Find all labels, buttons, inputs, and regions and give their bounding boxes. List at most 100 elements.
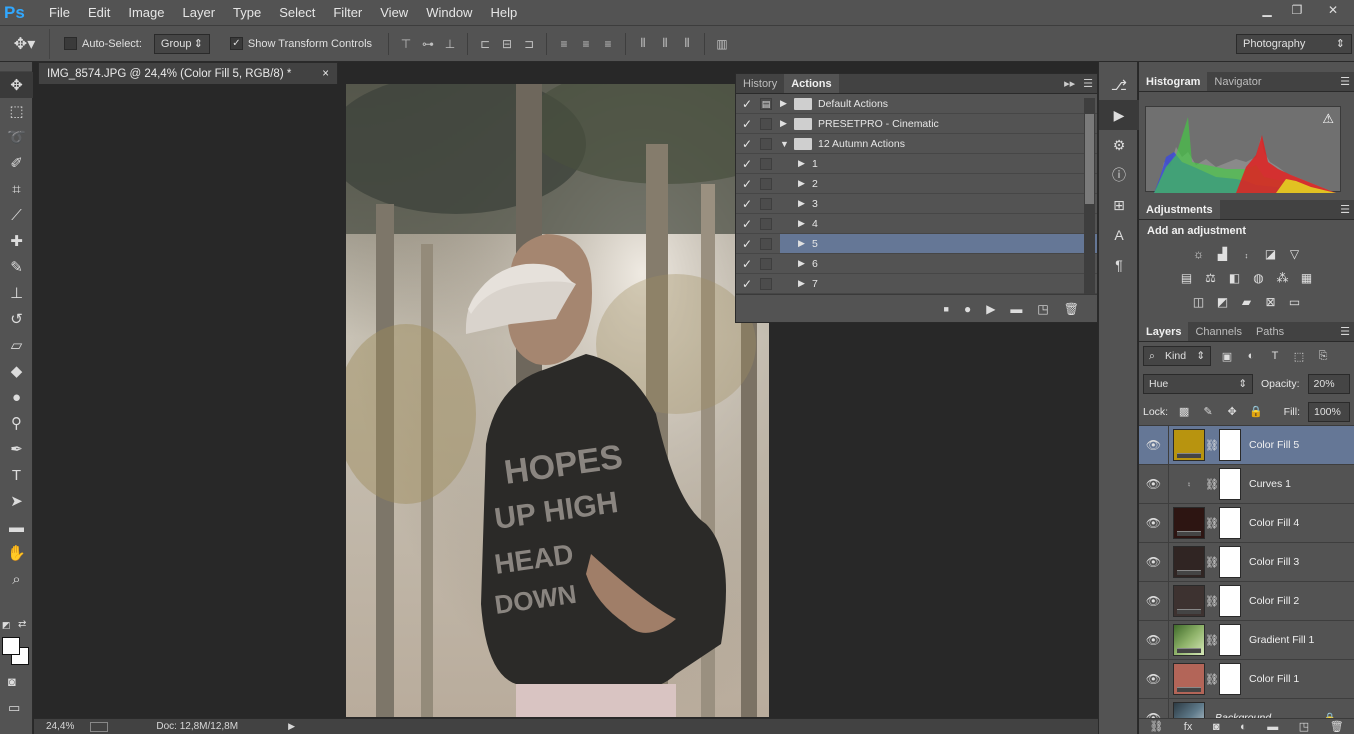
warning-icon[interactable]: ⚠	[1322, 111, 1334, 127]
tab-navigator[interactable]: Navigator	[1207, 72, 1268, 91]
menu-select[interactable]: Select	[270, 0, 324, 26]
visibility-eye-icon[interactable]: 👁	[1139, 659, 1169, 699]
new-group-icon[interactable]: ▬	[1267, 721, 1278, 733]
opacity-input[interactable]: 20%	[1307, 374, 1350, 394]
fill-input[interactable]: 100%	[1308, 401, 1350, 422]
auto-align-icon[interactable]: ▥	[711, 34, 733, 54]
action-content[interactable]: ▶ PRESETPRO - Cinematic	[780, 114, 1097, 133]
tool-preset-picker[interactable]: ✥▾	[0, 28, 50, 59]
delete-layer-icon[interactable]: 🗑	[1330, 720, 1344, 733]
type-icon[interactable]: T	[0, 462, 33, 488]
panel-menu-icon[interactable]: ☰	[1340, 200, 1354, 219]
lock-pixels-icon[interactable]: ✎	[1200, 405, 1216, 418]
layer-thumbnail[interactable]	[1173, 663, 1205, 695]
layer-mask-thumbnail[interactable]	[1219, 468, 1241, 500]
photo-filter-icon[interactable]: ◍	[1250, 269, 1268, 287]
crop-icon[interactable]: ⌗	[0, 176, 33, 202]
toggle-item-checkbox[interactable]: ✓	[736, 97, 758, 111]
path-select-icon[interactable]: ➤	[0, 488, 33, 514]
layer-row[interactable]: 👁 ⛓ Gradient Fill 1	[1139, 620, 1354, 660]
lock-position-icon[interactable]: ✥	[1224, 405, 1240, 418]
blend-mode-dropdown[interactable]: Hue ⇕	[1143, 374, 1253, 394]
stop-icon[interactable]: ■	[944, 304, 949, 314]
minimize-button[interactable]: ▁	[1252, 0, 1282, 20]
auto-select-checkbox[interactable]	[64, 37, 77, 50]
layer-filter-dropdown[interactable]: ⌕ Kind ⇕	[1143, 346, 1211, 366]
show-transform-checkbox[interactable]: ✓	[229, 37, 243, 50]
action-content[interactable]: ▶ 1	[780, 154, 1097, 173]
threshold-icon[interactable]: ▰	[1238, 293, 1256, 311]
align-top-icon[interactable]: ⊤	[395, 34, 417, 54]
toggle-item-checkbox[interactable]: ✓	[736, 277, 758, 291]
layer-name[interactable]: Color Fill 3	[1249, 556, 1299, 568]
chevron-right-icon[interactable]: ▶	[798, 258, 812, 269]
chevron-right-icon[interactable]: ▶	[780, 98, 794, 109]
layer-thumbnail[interactable]	[1173, 585, 1205, 617]
eraser-icon[interactable]: ▱	[0, 332, 33, 358]
history-dock-icon[interactable]: ⎇	[1099, 70, 1139, 100]
action-set-row[interactable]: ✓ ▤ ▶ Default Actions	[736, 94, 1097, 114]
scroll-thumb[interactable]	[1085, 114, 1094, 204]
panel-menu-icon[interactable]: ☰	[1340, 322, 1354, 341]
layer-row[interactable]: 👁 ⛓ Color Fill 3	[1139, 542, 1354, 582]
new-action-icon[interactable]: ◳	[1037, 302, 1048, 316]
mask-link-icon[interactable]: ⛓	[1205, 439, 1219, 452]
action-content[interactable]: ▶ 2	[780, 174, 1097, 193]
action-row[interactable]: ✓ ▶ 3	[736, 194, 1097, 214]
menu-layer[interactable]: Layer	[174, 0, 225, 26]
action-set-row[interactable]: ✓ ▼ 12 Autumn Actions	[736, 134, 1097, 154]
action-content[interactable]: ▶ 4	[780, 214, 1097, 233]
tab-histogram[interactable]: Histogram	[1139, 72, 1208, 91]
exposure-icon[interactable]: ◪	[1262, 245, 1280, 263]
auto-select-option[interactable]: Auto-Select:	[64, 37, 142, 50]
layer-row[interactable]: 👁 ⛓ Color Fill 5	[1139, 426, 1354, 465]
swap-colors-icon[interactable]: ⇄	[18, 619, 26, 630]
action-content[interactable]: ▶ 5	[780, 234, 1097, 253]
toggle-item-checkbox[interactable]: ✓	[736, 197, 758, 211]
paint-bucket-icon[interactable]: ◆	[0, 358, 33, 384]
layer-name[interactable]: Color Fill 1	[1249, 673, 1299, 685]
tab-history[interactable]: History	[736, 74, 784, 93]
toggle-item-checkbox[interactable]: ✓	[736, 137, 758, 151]
menu-window[interactable]: Window	[417, 0, 481, 26]
collapse-icon[interactable]: ▸▸	[1064, 77, 1075, 90]
action-content[interactable]: ▼ 12 Autumn Actions	[780, 134, 1097, 153]
menu-view[interactable]: View	[371, 0, 417, 26]
chevron-right-icon[interactable]: ▶	[798, 178, 812, 189]
healing-brush-icon[interactable]: ✚	[0, 228, 33, 254]
menu-help[interactable]: Help	[481, 0, 526, 26]
visibility-eye-icon[interactable]: 👁	[1139, 503, 1169, 543]
toolbar-grip[interactable]	[0, 62, 32, 72]
lock-all-icon[interactable]: 🔒	[1248, 405, 1264, 418]
toggle-dialog-icon[interactable]: ▤	[760, 97, 772, 110]
toggle-item-checkbox[interactable]: ✓	[736, 117, 758, 131]
paragraph-dock-icon[interactable]: ¶	[1099, 250, 1139, 280]
visibility-eye-icon[interactable]: 👁	[1139, 426, 1169, 465]
delete-icon[interactable]: 🗑	[1064, 302, 1079, 316]
dodge-icon[interactable]: ⚲	[0, 410, 33, 436]
brush-icon[interactable]: ✎	[0, 254, 33, 280]
visibility-eye-icon[interactable]: 👁	[1139, 620, 1169, 660]
posterize-icon[interactable]: ◩	[1214, 293, 1232, 311]
toggle-dialog-icon[interactable]	[760, 197, 772, 210]
mask-link-icon[interactable]: ⛓	[1205, 634, 1219, 647]
action-row[interactable]: ✓ ▶ 5	[736, 234, 1097, 254]
tab-actions[interactable]: Actions	[784, 74, 839, 93]
toggle-dialog-icon[interactable]	[760, 257, 772, 270]
action-set-row[interactable]: ✓ ▶ PRESETPRO - Cinematic	[736, 114, 1097, 134]
layer-row[interactable]: 👁 ⛓ Color Fill 2	[1139, 581, 1354, 621]
toggle-dialog-icon[interactable]	[760, 137, 772, 150]
levels-icon[interactable]: ▟	[1214, 245, 1232, 263]
layer-style-icon[interactable]: fx	[1184, 721, 1193, 733]
pen-icon[interactable]: ✒	[0, 436, 33, 462]
menu-filter[interactable]: Filter	[324, 0, 371, 26]
visibility-eye-icon[interactable]: 👁	[1139, 542, 1169, 582]
mask-link-icon[interactable]: ⛓	[1205, 595, 1219, 608]
add-mask-icon[interactable]: ◙	[1213, 721, 1220, 733]
color-balance-icon[interactable]: ⚖	[1202, 269, 1220, 287]
close-tab-icon[interactable]: ×	[322, 68, 329, 80]
auto-select-target-dropdown[interactable]: Group ⇕	[153, 33, 210, 54]
tab-channels[interactable]: Channels	[1188, 322, 1248, 341]
screen-mode-icon[interactable]: ▭	[8, 700, 20, 716]
layer-thumbnail[interactable]	[1173, 429, 1205, 461]
